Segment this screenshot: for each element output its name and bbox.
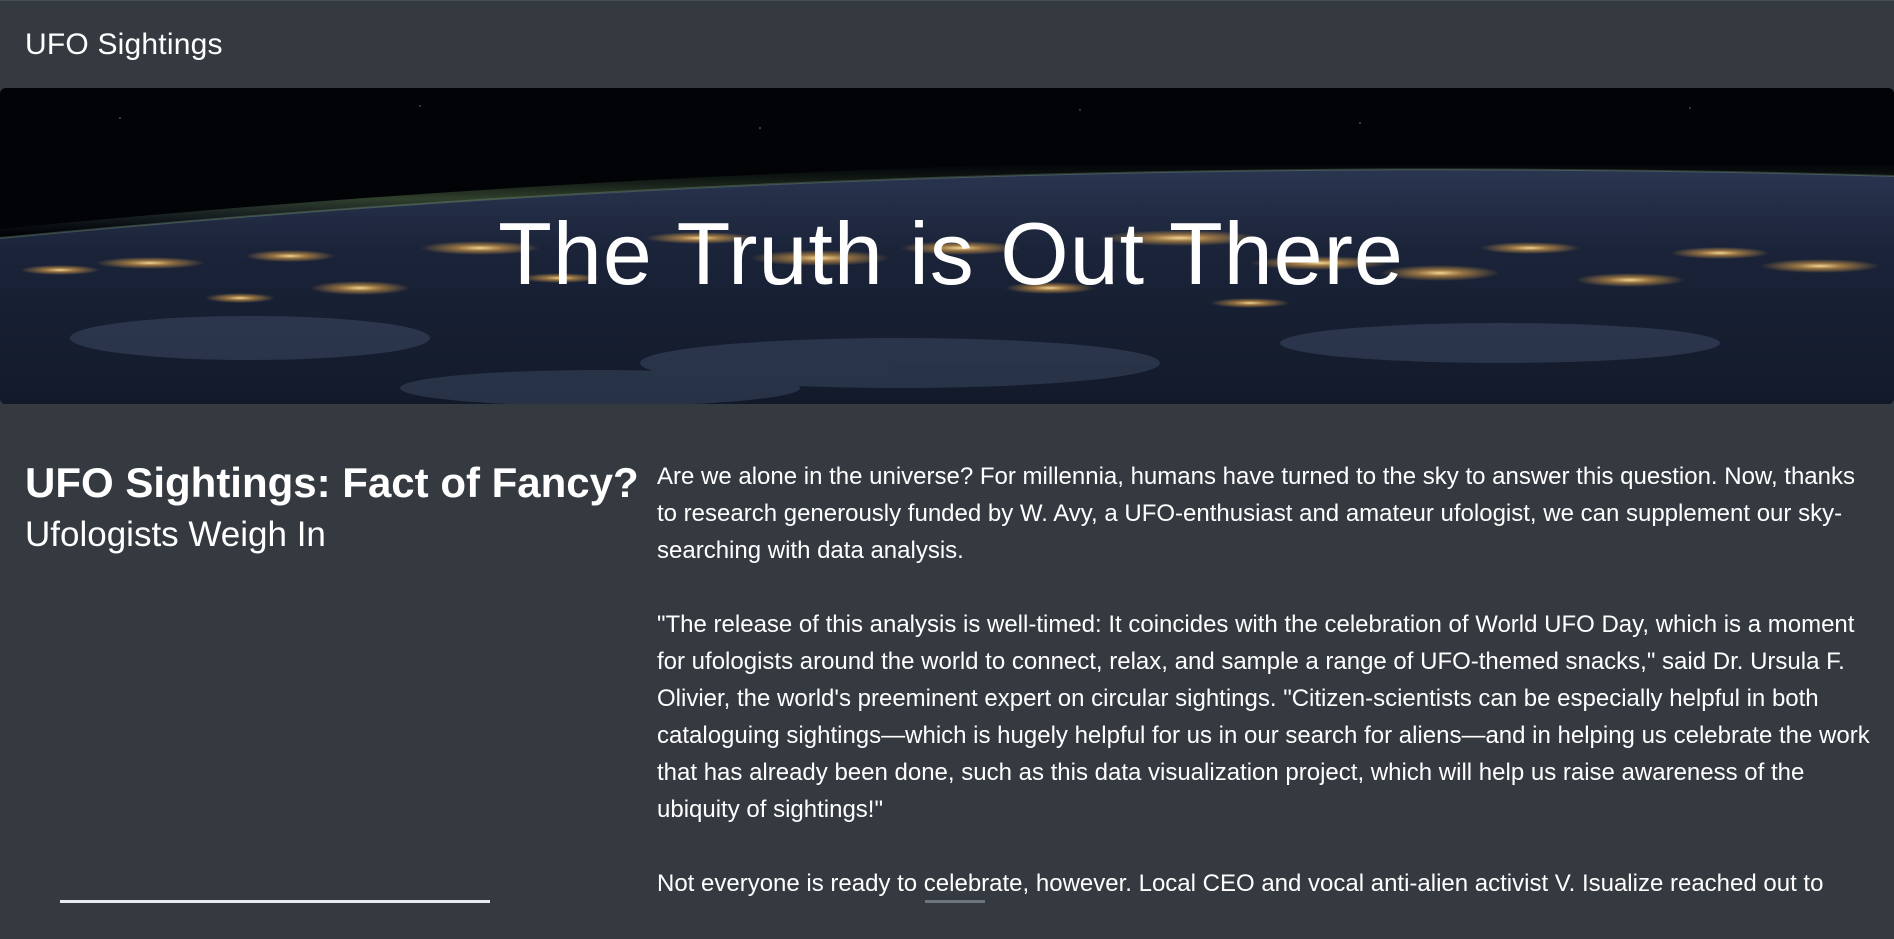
navbar: UFO Sightings — [0, 0, 1894, 88]
article-heading: UFO Sightings: Fact of Fancy? Ufologists… — [25, 455, 645, 559]
hero-jumbotron: The Truth is Out There — [0, 88, 1894, 404]
article-body: Are we alone in the universe? For millen… — [657, 458, 1879, 939]
next-section-edge — [60, 900, 490, 903]
article-paragraph: Not everyone is ready to celebrate, howe… — [657, 870, 1824, 897]
next-section-edge — [925, 900, 985, 903]
navbar-brand-link[interactable]: UFO Sightings — [25, 28, 223, 62]
article-paragraph: Are we alone in the universe? For millen… — [657, 463, 1855, 564]
article-paragraph: "The release of this analysis is well-ti… — [657, 611, 1870, 823]
hero-title: The Truth is Out There — [498, 204, 1404, 303]
article-subtitle: Ufologists Weigh In — [25, 515, 326, 554]
article-title: UFO Sightings: Fact of Fancy? — [25, 459, 639, 506]
